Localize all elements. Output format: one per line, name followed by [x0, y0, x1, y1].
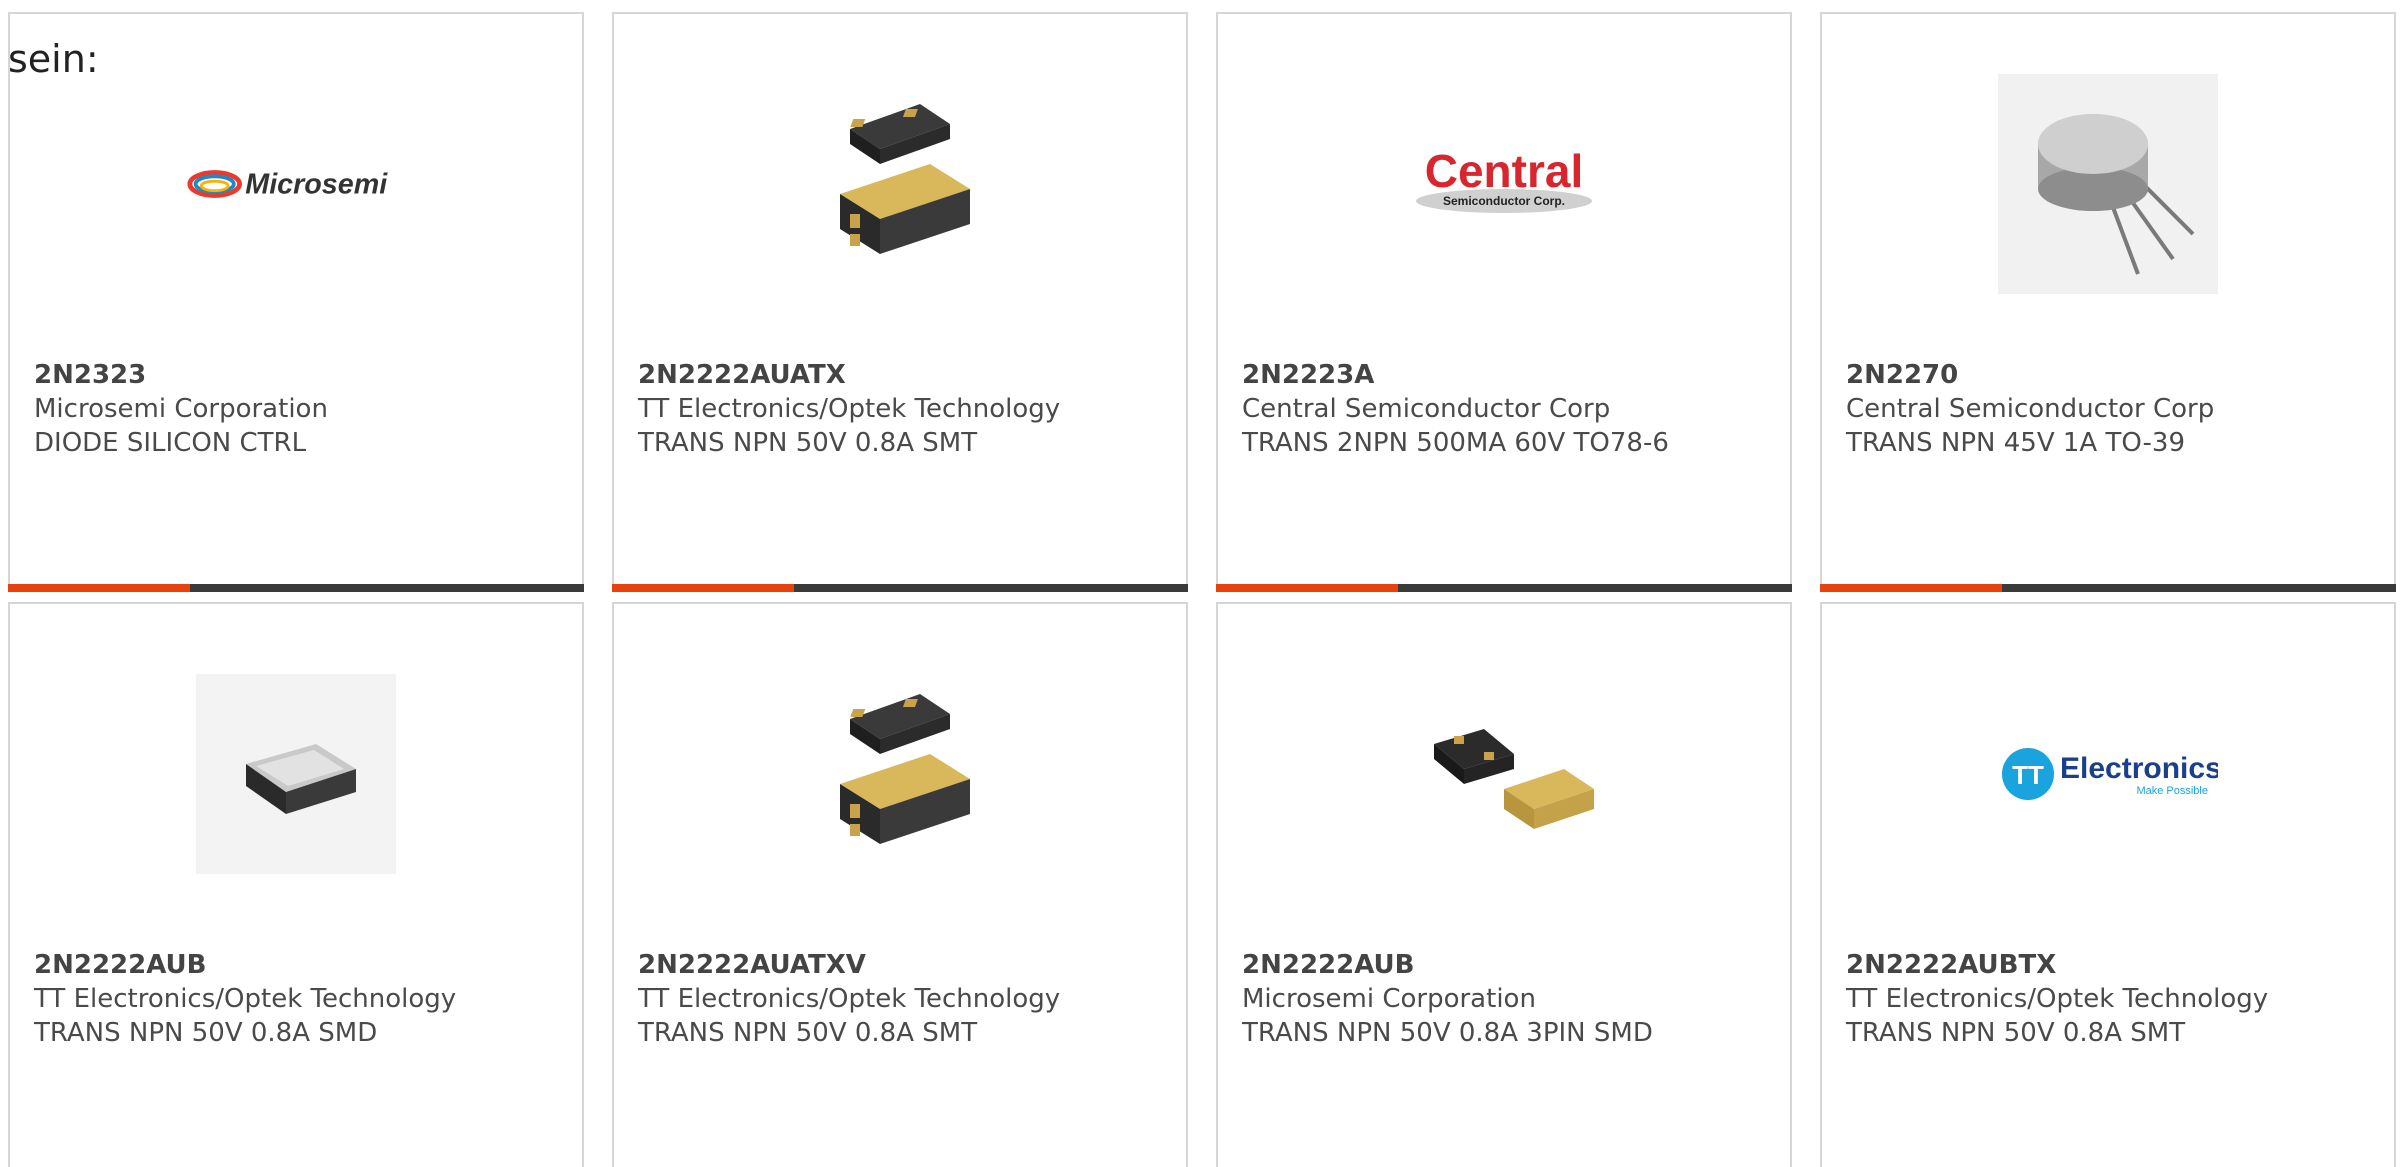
description: TRANS 2NPN 500MA 60V TO78-6 [1242, 428, 1669, 458]
3pin-smd-image [1394, 664, 1614, 884]
part-number[interactable]: 2N2223A [1242, 358, 1774, 392]
card-bottom-bar [8, 584, 584, 592]
product-info: 2N2222AUB Microsemi Corporation TRANS NP… [1242, 948, 1774, 1050]
manufacturer: Microsemi Corporation [1242, 984, 1536, 1014]
product-card[interactable]: 2N2270 Central Semiconductor Corp TRANS … [1820, 12, 2396, 592]
description: TRANS NPN 50V 0.8A SMT [638, 1018, 978, 1048]
product-card[interactable]: TT Electronics Make Possible 2N2222AUBTX… [1820, 602, 2396, 1167]
product-info: 2N2222AUB TT Electronics/Optek Technolog… [34, 948, 566, 1050]
card-bottom-bar [612, 584, 1188, 592]
part-number[interactable]: 2N2222AUB [34, 948, 566, 982]
part-number[interactable]: 2N2222AUATXV [638, 948, 1170, 982]
product-info: 2N2223A Central Semiconductor Corp TRANS… [1242, 358, 1774, 460]
part-number[interactable]: 2N2222AUBTX [1846, 948, 2378, 982]
product-card[interactable]: Microsemi 2N2323 Microsemi Corporation D… [8, 12, 584, 592]
product-card[interactable]: 2N2222AUB Microsemi Corporation TRANS NP… [1216, 602, 1792, 1167]
svg-text:Semiconductor Corp.: Semiconductor Corp. [1443, 194, 1565, 208]
product-grid-page: sein: Microsemi 2N2323 Microsemi Corpora… [0, 0, 2400, 1167]
card-bottom-bar [1820, 584, 2396, 592]
tt-electronics-logo: TT Electronics Make Possible [1998, 664, 2218, 884]
description: TRANS NPN 50V 0.8A SMT [638, 428, 978, 458]
card-bar-accent [8, 584, 190, 592]
svg-text:Central: Central [1425, 145, 1583, 197]
intro-text: sein: [8, 37, 99, 81]
card-bar-accent [1820, 584, 2002, 592]
product-card[interactable]: 2N2222AUATX TT Electronics/Optek Technol… [612, 12, 1188, 592]
manufacturer: Central Semiconductor Corp [1242, 394, 1611, 424]
description: TRANS NPN 50V 0.8A SMT [1846, 1018, 2186, 1048]
manufacturer: TT Electronics/Optek Technology [638, 984, 1061, 1014]
manufacturer: TT Electronics/Optek Technology [34, 984, 457, 1014]
product-card[interactable]: 2N2222AUB TT Electronics/Optek Technolog… [8, 602, 584, 1167]
part-number[interactable]: 2N2270 [1846, 358, 2378, 392]
card-bar-accent [612, 584, 794, 592]
product-card[interactable]: Central Semiconductor Corp. 2N2223A Cent… [1216, 12, 1792, 592]
description: TRANS NPN 50V 0.8A 3PIN SMD [1242, 1018, 1653, 1048]
to39-transistor-image [1998, 74, 2218, 294]
card-bar-accent [1216, 584, 1398, 592]
part-number[interactable]: 2N2222AUATX [638, 358, 1170, 392]
microsemi-logo: Microsemi [186, 74, 406, 294]
description: TRANS NPN 45V 1A TO-39 [1846, 428, 2186, 458]
description: DIODE SILICON CTRL [34, 428, 307, 458]
manufacturer: Central Semiconductor Corp [1846, 394, 2215, 424]
smd-package-image [186, 664, 406, 884]
product-info: 2N2222AUATXV TT Electronics/Optek Techno… [638, 948, 1170, 1050]
svg-text:TT: TT [2012, 760, 2044, 790]
manufacturer: Microsemi Corporation [34, 394, 328, 424]
svg-text:Make Possible: Make Possible [2136, 785, 2208, 797]
central-logo: Central Semiconductor Corp. [1394, 74, 1614, 294]
manufacturer: TT Electronics/Optek Technology [638, 394, 1061, 424]
part-number[interactable]: 2N2323 [34, 358, 566, 392]
card-bottom-bar [1216, 584, 1792, 592]
product-info: 2N2222AUATX TT Electronics/Optek Technol… [638, 358, 1170, 460]
svg-text:Microsemi: Microsemi [245, 169, 388, 201]
product-card[interactable]: 2N2222AUATXV TT Electronics/Optek Techno… [612, 602, 1188, 1167]
part-number[interactable]: 2N2222AUB [1242, 948, 1774, 982]
smt-package-image [790, 664, 1010, 884]
svg-text:Electronics: Electronics [2060, 752, 2218, 785]
product-info: 2N2222AUBTX TT Electronics/Optek Technol… [1846, 948, 2378, 1050]
product-info: 2N2270 Central Semiconductor Corp TRANS … [1846, 358, 2378, 460]
product-info: 2N2323 Microsemi Corporation DIODE SILIC… [34, 358, 566, 460]
description: TRANS NPN 50V 0.8A SMD [34, 1018, 378, 1048]
smt-package-image [790, 74, 1010, 294]
manufacturer: TT Electronics/Optek Technology [1846, 984, 2269, 1014]
